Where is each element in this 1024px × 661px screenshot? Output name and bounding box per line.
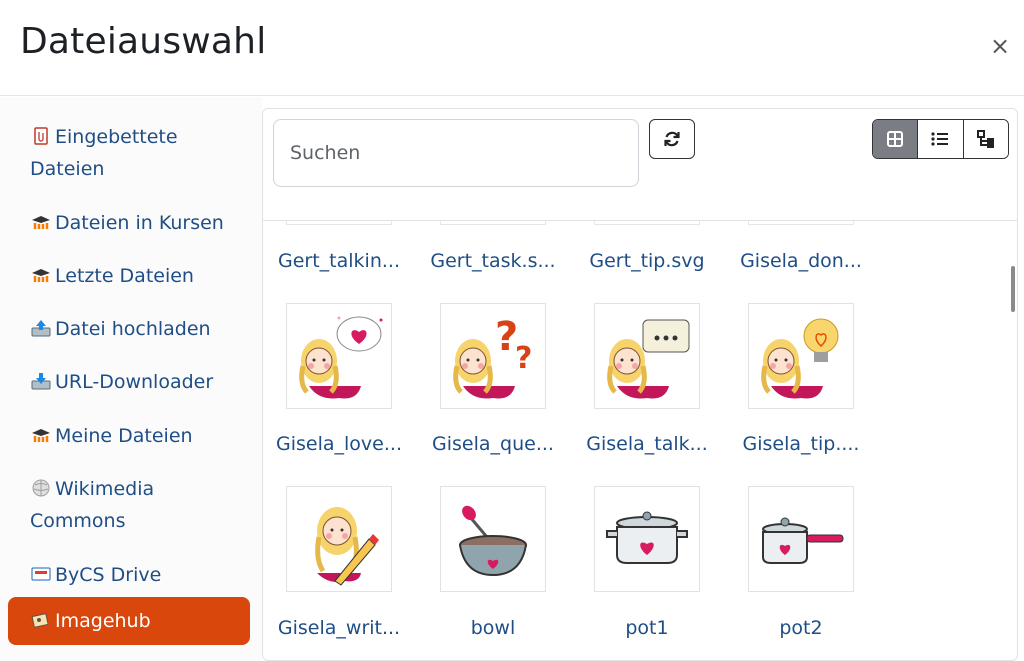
tree-icon: [976, 130, 994, 148]
sidebar-item-course-files[interactable]: Dateien in Kursen: [8, 199, 250, 247]
sidebar-item-label: Meine Dateien: [55, 425, 193, 447]
file-thumbnail[interactable]: [286, 303, 392, 409]
girl-tip-image: [761, 318, 839, 399]
list-icon: [931, 132, 949, 146]
pot-image: [606, 511, 688, 564]
file-thumbnail[interactable]: [594, 221, 700, 225]
list-view-button[interactable]: [917, 120, 963, 158]
sidebar-item-wikimedia[interactable]: Wikimedia Commons: [8, 465, 250, 545]
file-thumbnail[interactable]: [286, 221, 392, 225]
sidebar-item-bycs-drive[interactable]: ByCS Drive: [8, 551, 250, 599]
sidebar-item-label: Letzte Dateien: [55, 265, 194, 287]
file-thumbnail[interactable]: [594, 303, 700, 409]
file-name[interactable]: Gisela_love...: [269, 432, 409, 456]
girl-talking-image: [607, 319, 690, 399]
close-icon[interactable]: ×: [988, 34, 1012, 58]
bowl-image: [459, 505, 527, 577]
file-name[interactable]: pot2: [731, 616, 871, 640]
file-thumbnail[interactable]: ? ?: [440, 303, 546, 409]
repository-sidebar: Eingebettete Dateien Dateien in Kursen L…: [0, 97, 262, 661]
sidebar-item-recent-files[interactable]: Letzte Dateien: [8, 252, 250, 300]
dialog-header: Dateiauswahl ×: [0, 0, 1024, 96]
view-switcher: [872, 119, 1009, 159]
file-name[interactable]: Gisela_tip....: [731, 432, 871, 456]
file-name[interactable]: Gert_talkin...: [269, 249, 409, 273]
grid-icon: [887, 131, 904, 147]
file-toolbar: [263, 109, 1017, 221]
file-grid: Gert_talkin... Gert_task.s... Gert_tip.s…: [263, 221, 1003, 660]
sidebar-item-imagehub[interactable]: Imagehub: [8, 597, 250, 645]
refresh-button[interactable]: [649, 119, 695, 159]
sidebar-item-upload[interactable]: Datei hochladen: [8, 305, 250, 353]
girl-love-image: [299, 316, 383, 399]
icons-view-button[interactable]: [873, 120, 918, 158]
sidebar-item-label: Dateien in Kursen: [55, 212, 224, 234]
file-name[interactable]: Gert_tip.svg: [577, 249, 717, 273]
search-input[interactable]: [273, 119, 639, 187]
sidebar-item-label: Datei hochladen: [55, 318, 211, 340]
file-thumbnail[interactable]: [440, 221, 546, 225]
sidebar-item-my-files[interactable]: Meine Dateien: [8, 412, 250, 460]
scrollbar-thumb[interactable]: [1011, 266, 1015, 312]
imagehub-icon: [31, 613, 49, 628]
refresh-icon: [664, 131, 680, 147]
girl-question-image: ? ?: [453, 314, 532, 399]
sidebar-item-label: URL-Downloader: [55, 371, 214, 393]
moodle-icon: [32, 216, 50, 229]
file-name[interactable]: bowl: [423, 616, 563, 640]
saucepan-image: [762, 517, 844, 564]
sidebar-item-embedded-files[interactable]: Eingebettete Dateien: [8, 113, 250, 193]
tree-view-button[interactable]: [962, 120, 1008, 158]
file-thumbnail[interactable]: [440, 486, 546, 592]
file-name[interactable]: Gisela_que...: [423, 432, 563, 456]
file-thumbnail[interactable]: [748, 221, 854, 225]
sidebar-item-label: ByCS Drive: [55, 564, 162, 586]
sidebar-item-url-downloader[interactable]: URL-Downloader: [8, 358, 250, 406]
dialog-title: Dateiauswahl: [20, 21, 267, 62]
file-name[interactable]: Gisela_talk...: [577, 432, 717, 456]
download-icon: [31, 373, 51, 390]
wikimedia-icon: [32, 479, 50, 497]
embedded-files-icon: [34, 127, 48, 145]
file-thumbnail[interactable]: [748, 486, 854, 592]
girl-writing-image: [315, 507, 379, 586]
moodle-icon: [32, 429, 50, 442]
file-name[interactable]: Gisela_don...: [731, 249, 871, 273]
svg-text:?: ?: [515, 341, 532, 376]
file-thumbnail[interactable]: [748, 303, 854, 409]
file-thumbnail[interactable]: [594, 486, 700, 592]
upload-icon: [31, 320, 51, 337]
sidebar-item-label: Imagehub: [55, 610, 151, 632]
file-thumbnail[interactable]: [286, 486, 392, 592]
moodle-icon: [32, 269, 50, 282]
file-name[interactable]: Gert_task.s...: [423, 249, 563, 273]
file-name[interactable]: Gisela_writ...: [269, 616, 409, 640]
file-name[interactable]: pot1: [577, 616, 717, 640]
drive-icon: [31, 567, 51, 581]
file-browser-panel: Gert_talkin... Gert_task.s... Gert_tip.s…: [262, 108, 1018, 661]
sidebar-item-label: Eingebettete Dateien: [30, 126, 178, 180]
